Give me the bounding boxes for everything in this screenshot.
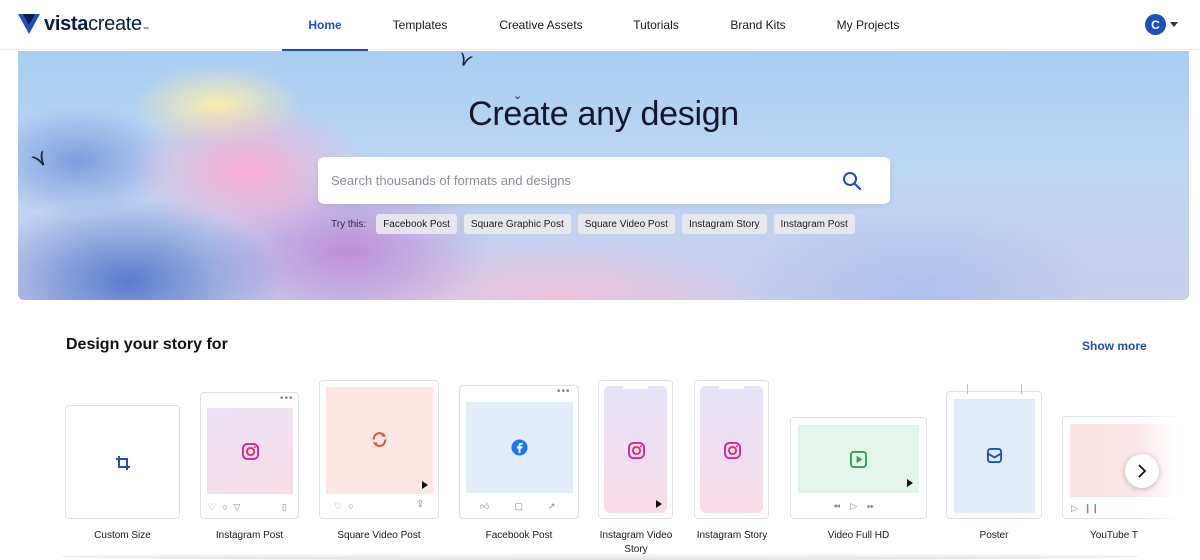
bird-icon: ⋎ — [26, 143, 54, 174]
hero-banner: ⋎ ⌄ ⋎ Create any design Try this: Facebo… — [18, 51, 1189, 300]
nav-home[interactable]: Home — [282, 0, 368, 51]
carousel-next-button[interactable] — [1125, 454, 1159, 488]
format-card-video-full-hd[interactable]: ⏪︎ ▷ ⏩︎ — [790, 417, 927, 519]
card-label: Custom Size — [94, 530, 151, 541]
nav-templates[interactable]: Templates — [368, 0, 472, 50]
format-card-instagram-post[interactable]: ••• ♡ ○ ▽ ▯ — [200, 392, 299, 519]
social-actions-icon: 👍︎ ▢ ↗ — [480, 501, 556, 511]
play-icon — [422, 481, 428, 489]
bottom-shadow — [60, 553, 1140, 560]
main-nav: Home Templates Creative Assets Tutorials… — [282, 0, 922, 51]
card-label: Poster — [979, 530, 1009, 541]
card-label: Video Full HD — [827, 530, 890, 541]
phone-notch — [623, 386, 648, 389]
format-card-poster[interactable] — [946, 384, 1042, 519]
chevron-right-icon — [1138, 464, 1147, 478]
chip-instagram-post[interactable]: Instagram Post — [773, 214, 855, 234]
chip-square-graphic-post[interactable]: Square Graphic Post — [463, 214, 571, 234]
poster-pin — [967, 384, 968, 394]
nav-my-projects[interactable]: My Projects — [814, 0, 922, 50]
format-card-facebook-post[interactable]: ••• 👍︎ ▢ ↗ — [459, 385, 579, 519]
instagram-icon — [242, 443, 259, 460]
nav-tutorials[interactable]: Tutorials — [610, 0, 702, 50]
format-card-square-video-post[interactable]: ♡ ○ ⇪ — [319, 380, 439, 519]
more-dots-icon: ••• — [280, 393, 294, 404]
card-label: Facebook Post — [485, 530, 553, 541]
share-icon: ⇪ — [416, 499, 425, 510]
user-avatar[interactable]: C — [1145, 14, 1166, 35]
play-icon — [656, 500, 662, 508]
logo-text: vistacreate — [44, 12, 142, 35]
chip-square-video-post[interactable]: Square Video Post — [577, 214, 675, 234]
refresh-icon — [372, 432, 387, 447]
vistacreate-logo[interactable]: vistacreate ™ — [18, 12, 149, 36]
poster-icon — [986, 447, 1003, 464]
format-card-custom-size[interactable] — [65, 405, 180, 519]
card-label: YouTube T — [1090, 530, 1139, 541]
video-controls-icon: ⏪︎ ▷ ⏩︎ — [833, 501, 875, 511]
social-actions-icon: ♡ ○ ▽ — [208, 502, 241, 512]
instagram-icon — [724, 442, 741, 459]
format-card-instagram-story[interactable] — [694, 380, 769, 519]
search-icon[interactable] — [842, 171, 862, 191]
card-label: Square Video Post — [337, 530, 421, 541]
crop-icon — [116, 456, 130, 470]
chip-facebook-post[interactable]: Facebook Post — [376, 214, 457, 234]
top-header: vistacreate ™ Home Templates Creative As… — [0, 0, 1200, 51]
try-this-row: Try this: Facebook Post Square Graphic P… — [331, 214, 862, 234]
play-icon — [907, 479, 913, 487]
phone-notch — [719, 386, 744, 389]
logo-v-icon — [18, 14, 40, 34]
more-dots-icon: ••• — [557, 386, 571, 397]
search-input[interactable] — [331, 157, 831, 204]
show-more-link[interactable]: Show more — [1082, 339, 1147, 353]
bird-icon: ⋎ — [454, 51, 476, 73]
video-play-icon — [850, 451, 867, 468]
social-actions-icon: ♡ ○ — [334, 501, 354, 511]
instagram-icon — [628, 442, 645, 459]
card-label: Instagram Story — [696, 530, 768, 541]
facebook-icon — [511, 439, 528, 456]
chevron-down-icon[interactable] — [1170, 22, 1178, 27]
hero-title: Create any design — [468, 95, 739, 133]
logo-trademark: ™ — [142, 27, 149, 33]
nav-creative-assets[interactable]: Creative Assets — [472, 0, 610, 50]
try-label: Try this: — [331, 218, 367, 230]
chip-instagram-story[interactable]: Instagram Story — [681, 214, 767, 234]
video-controls-icon: ▷ ❙❙ — [1071, 503, 1100, 513]
bookmark-icon: ▯ — [282, 502, 287, 512]
card-label: Instagram Post — [215, 530, 284, 541]
search-box — [318, 157, 890, 204]
section-title: Design your story for — [66, 336, 228, 353]
poster-pin — [1021, 384, 1022, 394]
nav-brand-kits[interactable]: Brand Kits — [702, 0, 814, 50]
format-card-instagram-video-story[interactable] — [598, 380, 673, 519]
